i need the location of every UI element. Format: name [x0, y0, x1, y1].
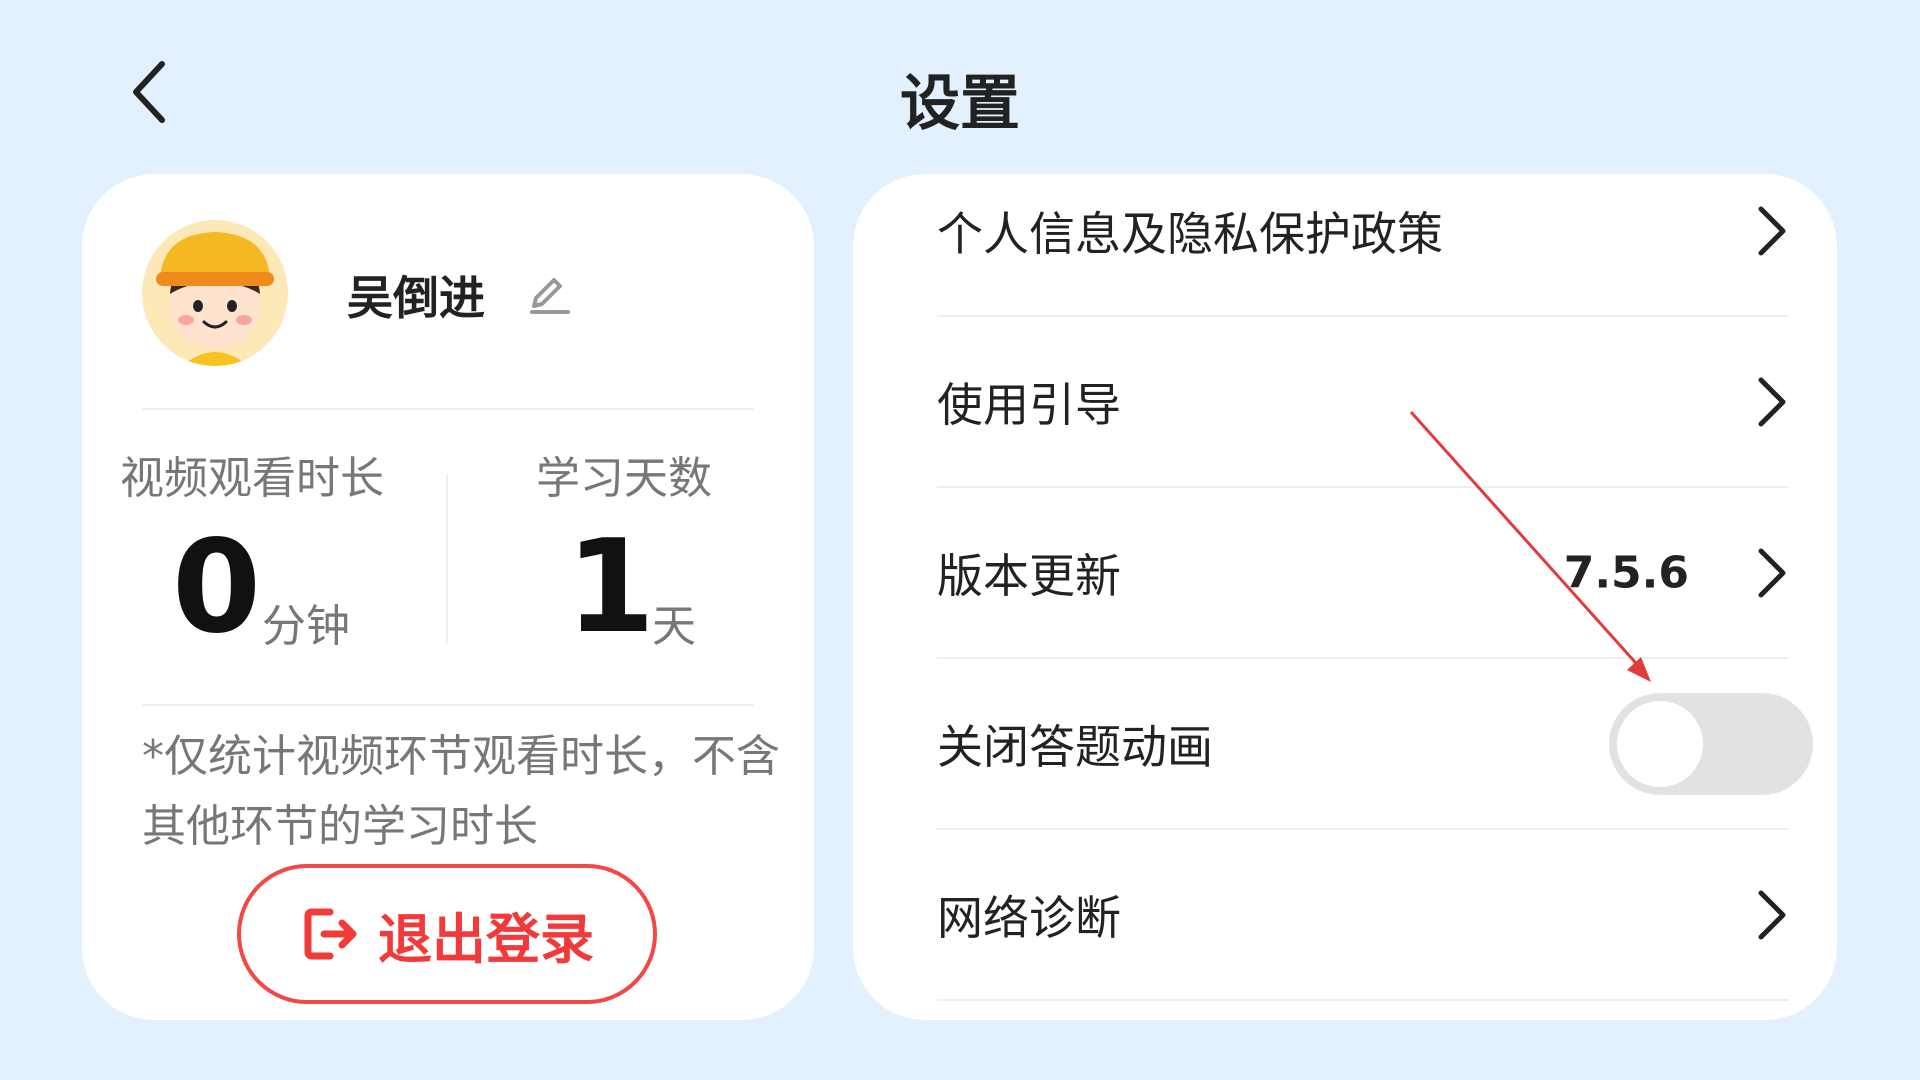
- chevron-right-icon: [1758, 377, 1786, 426]
- settings-item-label: 版本更新: [937, 548, 1121, 603]
- settings-item-version-update[interactable]: 版本更新 7.5.6: [937, 488, 1789, 659]
- logout-label: 退出登录: [378, 907, 594, 971]
- settings-item-disable-answer-animation: 关闭答题动画: [937, 659, 1813, 830]
- stat-label-study-days: 学习天数: [536, 453, 712, 504]
- avatar-image: [142, 220, 288, 366]
- settings-item-label: 个人信息及隐私保护政策: [937, 206, 1443, 261]
- pencil-icon[interactable]: [524, 266, 574, 316]
- settings-item-label: 关闭答题动画: [937, 719, 1213, 774]
- stat-unit-watch-time: 分钟: [262, 601, 350, 652]
- settings-item-usage-guide[interactable]: 使用引导: [937, 317, 1789, 488]
- page-title: 设置: [900, 69, 1020, 139]
- stat-separator: [446, 474, 448, 644]
- answer-animation-toggle[interactable]: [1609, 692, 1813, 795]
- toggle-knob: [1617, 700, 1703, 787]
- chevron-right-icon: [1758, 890, 1786, 939]
- settings-item-network-diagnosis[interactable]: 网络诊断: [937, 830, 1789, 1001]
- avatar[interactable]: [142, 220, 288, 366]
- stat-value-watch-time: 0: [172, 513, 262, 662]
- chevron-right-icon: [1758, 548, 1786, 597]
- stat-label-watch-time: 视频观看时长: [120, 453, 384, 504]
- divider: [142, 408, 754, 410]
- settings-item-label: 使用引导: [937, 377, 1121, 432]
- settings-item-privacy-policy[interactable]: 个人信息及隐私保护政策: [937, 174, 1789, 317]
- profile-card: 吴倒进 视频观看时长 0 分钟 学习天数 1 天 *仅统计视频环节观看时长，不含…: [82, 174, 814, 1020]
- chevron-right-icon: [1758, 206, 1786, 255]
- stats-note: *仅统计视频环节观看时长，不含其他环节的学习时长: [142, 731, 780, 852]
- settings-card: 个人信息及隐私保护政策 使用引导 版本更新 7.5.6 关闭答题动画 网络诊断: [853, 174, 1837, 1020]
- logout-button[interactable]: 退出登录: [237, 864, 657, 1004]
- stat-unit-study-days: 天: [652, 601, 696, 652]
- version-number: 7.5.6: [1563, 547, 1689, 598]
- stat-value-study-days: 1: [566, 513, 656, 662]
- divider: [142, 704, 754, 706]
- settings-item-label: 网络诊断: [937, 890, 1121, 945]
- logout-icon: [304, 908, 357, 960]
- username: 吴倒进: [347, 271, 485, 325]
